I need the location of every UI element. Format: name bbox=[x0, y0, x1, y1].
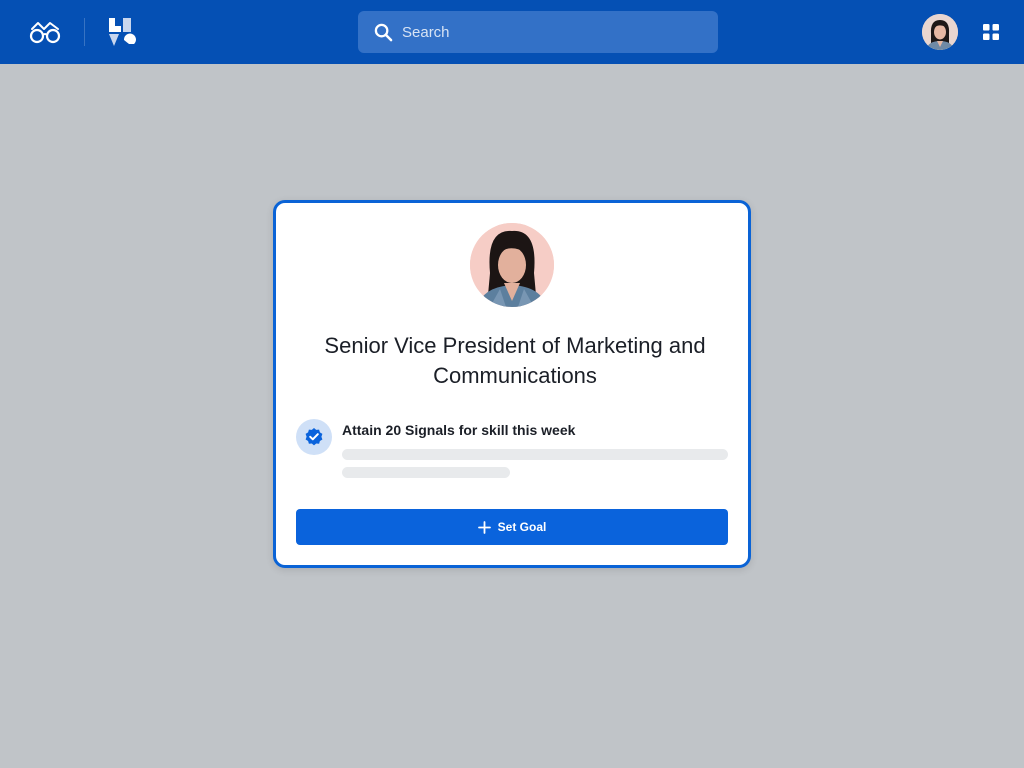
plus-icon bbox=[477, 520, 491, 534]
glasses-logo-icon[interactable] bbox=[28, 20, 62, 44]
goal-card: Senior Vice President of Marketing and C… bbox=[273, 200, 751, 568]
goal-badge bbox=[296, 419, 332, 455]
search-input[interactable] bbox=[402, 11, 702, 53]
search-bar[interactable] bbox=[358, 11, 718, 53]
card-title: Senior Vice President of Marketing and C… bbox=[324, 333, 706, 388]
live-logo-icon[interactable] bbox=[107, 16, 137, 48]
apps-grid-icon[interactable] bbox=[983, 24, 999, 40]
user-avatar[interactable] bbox=[922, 14, 958, 50]
loading-placeholder-line bbox=[342, 449, 728, 460]
goal-description: Attain 20 Signals for skill this week bbox=[342, 422, 576, 438]
user-avatar-image bbox=[922, 14, 958, 50]
set-goal-button[interactable]: Set Goal bbox=[296, 509, 728, 545]
top-navigation-bar bbox=[0, 0, 1024, 64]
header-divider bbox=[84, 18, 85, 46]
search-icon bbox=[374, 23, 393, 42]
verified-badge-icon bbox=[305, 428, 323, 446]
loading-placeholder-line-short bbox=[342, 467, 510, 478]
profile-avatar-image bbox=[470, 223, 554, 307]
profile-avatar bbox=[470, 223, 554, 307]
set-goal-button-label: Set Goal bbox=[497, 520, 547, 534]
